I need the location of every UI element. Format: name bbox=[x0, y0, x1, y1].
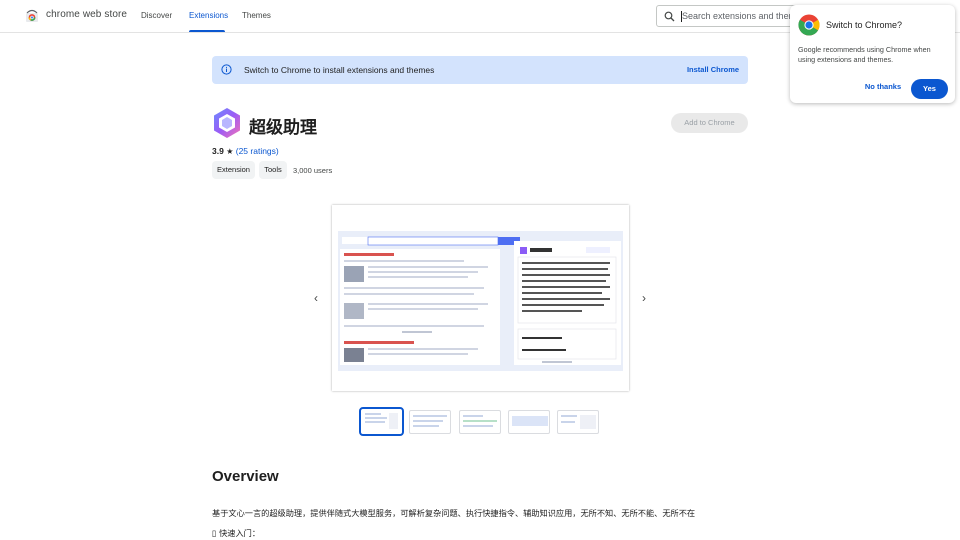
nav-tab-extensions[interactable]: Extensions bbox=[189, 11, 228, 20]
carousel-prev-button[interactable]: ‹ bbox=[310, 291, 322, 305]
thumbnail-3[interactable] bbox=[459, 410, 501, 434]
banner-text: Switch to Chrome to install extensions a… bbox=[244, 65, 435, 75]
switch-to-chrome-popup: Switch to Chrome? Google recommends usin… bbox=[790, 5, 955, 103]
popup-body: Google recommends using Chrome when usin… bbox=[798, 45, 931, 64]
thumbnail-5[interactable] bbox=[557, 410, 599, 434]
brand-name[interactable]: chrome web store bbox=[46, 9, 127, 20]
info-icon bbox=[221, 64, 232, 75]
chip-extension[interactable]: Extension bbox=[212, 161, 255, 179]
rating-summary: 3.9 ★ (25 ratings) bbox=[212, 146, 279, 156]
chrome-web-store-logo-icon[interactable] bbox=[25, 9, 39, 23]
popup-title: Switch to Chrome? bbox=[826, 20, 903, 30]
install-chrome-button[interactable]: Install Chrome bbox=[682, 63, 744, 77]
overview-heading: Overview bbox=[212, 468, 279, 485]
thumbnail-2[interactable] bbox=[409, 410, 451, 434]
thumbnail-1[interactable] bbox=[359, 407, 404, 436]
screenshot-image bbox=[338, 231, 623, 371]
no-thanks-button[interactable]: No thanks bbox=[862, 79, 904, 95]
add-to-chrome-button[interactable]: Add to Chrome bbox=[671, 113, 748, 133]
carousel-next-button[interactable]: › bbox=[638, 291, 650, 305]
chip-tools[interactable]: Tools bbox=[259, 161, 287, 179]
nav-tab-discover[interactable]: Discover bbox=[141, 11, 172, 20]
extension-name: 超级助理 bbox=[249, 118, 317, 138]
chrome-logo-icon bbox=[798, 14, 820, 36]
search-icon bbox=[664, 11, 675, 22]
quick-start-label: ▯ 快速入门： bbox=[212, 528, 261, 538]
overview-description: 基于文心一言的超级助理，提供伴随式大模型服务，可解析复杂问题、执行快捷指令、辅助… bbox=[212, 508, 696, 518]
screenshot-slide bbox=[332, 205, 629, 391]
thumbnail-4[interactable] bbox=[508, 410, 550, 434]
user-count: 3,000 users bbox=[293, 166, 333, 175]
rating-value: 3.9 bbox=[212, 146, 224, 156]
text-caret bbox=[681, 11, 682, 22]
extension-logo-icon bbox=[214, 108, 240, 138]
star-icon: ★ bbox=[226, 147, 234, 156]
yes-button[interactable]: Yes bbox=[911, 79, 948, 99]
search-input[interactable] bbox=[682, 9, 796, 23]
ratings-count-link[interactable]: (25 ratings) bbox=[236, 146, 279, 156]
search-box[interactable] bbox=[656, 5, 796, 27]
nav-tab-themes[interactable]: Themes bbox=[242, 11, 271, 20]
